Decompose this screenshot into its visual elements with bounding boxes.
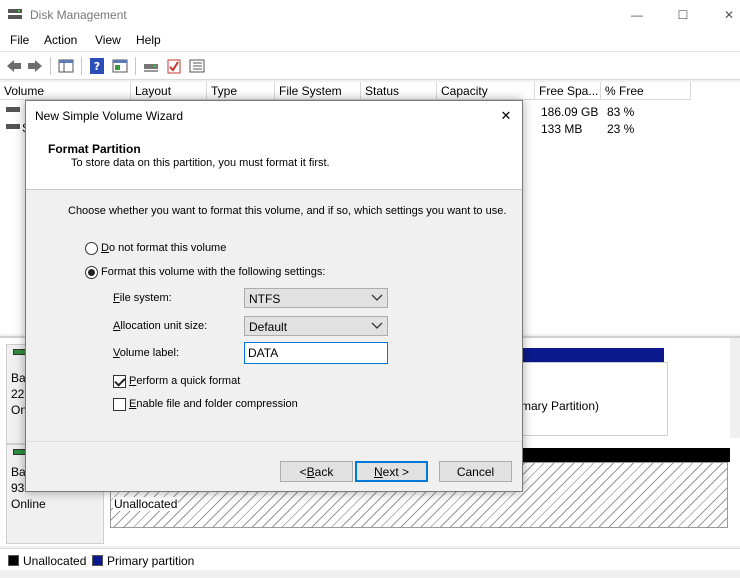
menu-bar: File Action View Help — [0, 30, 740, 52]
disk-1-size: 93 — [11, 481, 25, 495]
file-system-value: NTFS — [249, 292, 281, 306]
chevron-down-icon — [371, 294, 383, 301]
column-header-layout[interactable]: Layout — [131, 82, 207, 100]
column-header-percent-free[interactable]: % Free — [601, 82, 691, 100]
column-header-volume[interactable]: Volume — [0, 82, 131, 100]
help-button[interactable]: ? — [88, 57, 106, 75]
partition-label: mary Partition) — [521, 399, 600, 413]
column-header-type[interactable]: Type — [207, 82, 275, 100]
check-button[interactable] — [165, 57, 183, 75]
svg-text:?: ? — [94, 60, 100, 73]
compression-label[interactable]: Enable file and folder compression — [129, 398, 298, 410]
column-header-file-system[interactable]: File System — [275, 82, 361, 100]
list-view-icon — [189, 59, 205, 73]
minimize-icon: — — [631, 8, 643, 22]
menu-help[interactable]: Help — [136, 33, 161, 47]
compression-checkbox[interactable] — [113, 398, 126, 411]
volume-percent-free: 23 % — [607, 122, 635, 136]
connect-disk-icon — [144, 64, 158, 72]
next-button[interactable]: Next > — [355, 461, 428, 482]
wizard-step-subtitle: To store data on this partition, you mus… — [71, 157, 330, 169]
connect-disk-button[interactable] — [142, 57, 160, 75]
wizard-header: Format Partition To store data on this p… — [26, 131, 522, 190]
properties-button[interactable] — [111, 57, 129, 75]
wizard-body: Choose whether you want to format this v… — [26, 191, 522, 441]
disk-0-type: Ba — [11, 371, 26, 385]
format-volume-label[interactable]: Format this volume with the following se… — [101, 266, 325, 278]
disk-1-status: Online — [11, 497, 46, 511]
vertical-scrollbar[interactable] — [730, 338, 740, 438]
primary-partition-bar — [520, 348, 664, 362]
wizard-step-title: Format Partition — [48, 142, 141, 156]
disk-management-app-icon — [8, 9, 22, 19]
chevron-down-icon — [371, 322, 383, 329]
unallocated-label: Unallocated — [113, 497, 179, 511]
wizard-title-bar: New Simple Volume Wizard ✕ — [26, 101, 522, 131]
toolbar: ? — [0, 52, 740, 80]
column-header-free-space[interactable]: Free Spa... — [535, 82, 601, 100]
quick-format-checkbox[interactable] — [113, 375, 126, 388]
wizard-title: New Simple Volume Wizard — [35, 109, 184, 123]
window-title: Disk Management — [30, 8, 127, 22]
legend-label-unallocated: Unallocated — [23, 554, 87, 568]
toolbar-separator — [50, 57, 51, 75]
forward-arrow-icon — [28, 60, 42, 72]
check-icon — [167, 59, 181, 74]
disk-0-size: 22 — [11, 387, 25, 401]
legend-bar: Unallocated Primary partition — [0, 548, 740, 570]
quick-format-label[interactable]: Perform a quick format — [129, 375, 240, 387]
wizard-close-button[interactable]: ✕ — [490, 101, 522, 131]
help-icon: ? — [90, 58, 104, 74]
allocation-unit-size-value: Default — [249, 320, 288, 334]
column-header-status[interactable]: Status — [361, 82, 437, 100]
back-arrow-icon — [7, 60, 21, 72]
column-header-capacity[interactable]: Capacity — [437, 82, 535, 100]
maximize-button[interactable]: ☐ — [660, 0, 706, 30]
volume-percent-free: 83 % — [607, 105, 635, 119]
toolbar-separator — [135, 57, 136, 75]
console-tree-button[interactable] — [57, 57, 75, 75]
back-button-wizard[interactable]: < Back — [280, 461, 353, 482]
legend-swatch-unallocated — [8, 555, 19, 566]
forward-button[interactable] — [26, 57, 44, 75]
volume-drive-icon — [6, 124, 20, 129]
volume-label-field[interactable] — [244, 342, 388, 364]
legend-swatch-primary — [92, 555, 103, 566]
wizard-instructions: Choose whether you want to format this v… — [68, 205, 507, 217]
close-button[interactable]: ✕ — [706, 0, 740, 30]
maximize-icon: ☐ — [677, 8, 689, 22]
file-system-dropdown[interactable]: NTFS — [244, 288, 388, 308]
legend-label-primary: Primary partition — [107, 554, 195, 568]
menu-view[interactable]: View — [95, 33, 121, 47]
properties-icon — [112, 59, 128, 73]
close-icon: ✕ — [723, 8, 735, 22]
new-simple-volume-wizard: New Simple Volume Wizard ✕ Format Partit… — [25, 100, 523, 492]
volume-free-space: 186.09 GB — [541, 105, 599, 119]
list-view-button[interactable] — [188, 57, 206, 75]
toolbar-separator — [81, 57, 82, 75]
volume-label-input[interactable] — [245, 343, 387, 363]
close-icon: ✕ — [500, 108, 512, 123]
minimize-button[interactable]: — — [614, 0, 660, 30]
do-not-format-radio[interactable] — [85, 242, 98, 255]
primary-partition-block[interactable]: mary Partition) — [520, 362, 668, 436]
file-system-label: File system: — [113, 292, 172, 304]
format-volume-radio[interactable] — [85, 266, 98, 279]
volume-label-label: Volume label: — [113, 347, 180, 359]
title-bar: Disk Management — ☐ ✕ — [0, 0, 740, 30]
do-not-format-label[interactable]: Do not format this volume — [101, 242, 226, 254]
wizard-footer: < Back Next > Cancel — [26, 441, 522, 491]
back-button[interactable] — [5, 57, 23, 75]
allocation-unit-size-label: Allocation unit size: — [113, 320, 208, 332]
volume-drive-icon — [6, 107, 20, 112]
allocation-unit-size-dropdown[interactable]: Default — [244, 316, 388, 336]
menu-file[interactable]: File — [10, 33, 29, 47]
menu-action[interactable]: Action — [44, 33, 77, 47]
cancel-button[interactable]: Cancel — [439, 461, 512, 482]
status-bar — [0, 570, 740, 578]
volume-free-space: 133 MB — [541, 122, 583, 136]
disk-1-type: Ba — [11, 465, 26, 479]
show-hide-console-tree-icon — [58, 59, 74, 73]
